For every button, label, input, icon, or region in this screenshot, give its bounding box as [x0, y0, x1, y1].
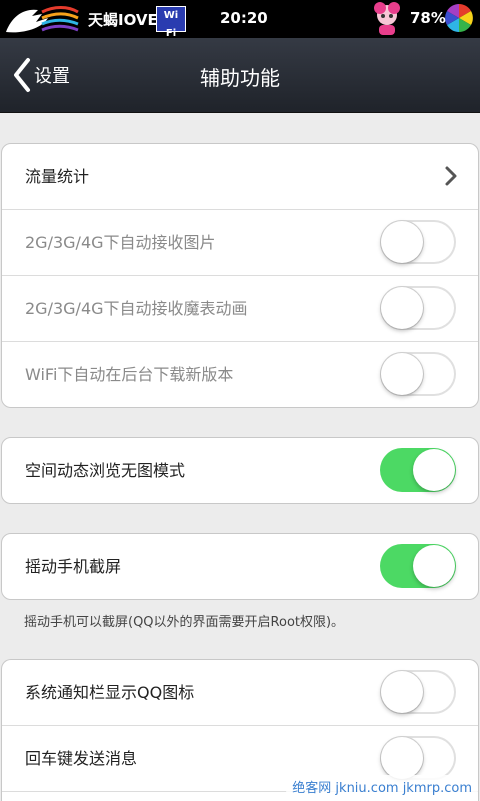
watermark: 绝客网 jkniu.com jkmrp.com [286, 775, 478, 798]
no-image-mode-row: 空间动态浏览无图模式 [2, 438, 478, 503]
settings-group-shake: 摇动手机截屏 [1, 533, 479, 600]
toggle-knob [381, 737, 423, 779]
avatar-icon [374, 2, 400, 35]
page-title: 辅助功能 [200, 66, 280, 90]
no-image-mode-label: 空间动态浏览无图模式 [25, 461, 186, 480]
shake-screenshot-row: 摇动手机截屏 [2, 534, 478, 599]
chevron-right-icon [445, 166, 457, 186]
auto-receive-images-row: 2G/3G/4G下自动接收图片 [2, 210, 478, 276]
shake-screenshot-label: 摇动手机截屏 [25, 557, 122, 576]
shake-screenshot-note: 摇动手机可以截屏(QQ以外的界面需要开启Root权限)。 [24, 615, 345, 630]
clock: 20:20 [220, 9, 268, 27]
status-bar: 天蝎IOVE Wi Fi 20:20 78% [0, 0, 480, 39]
enter-send-toggle[interactable] [380, 736, 456, 780]
no-image-mode-toggle[interactable] [380, 448, 456, 492]
toggle-knob [381, 287, 423, 329]
auto-receive-images-toggle[interactable] [380, 220, 456, 264]
carrier-name: 天蝎IOVE [88, 11, 158, 29]
wifi-auto-update-label: WiFi下自动在后台下载新版本 [25, 365, 234, 384]
settings-group-space: 空间动态浏览无图模式 [1, 437, 479, 504]
battery-level: 78% [410, 9, 446, 27]
toggle-knob [381, 671, 423, 713]
notification-icon-row: 系统通知栏显示QQ图标 [2, 660, 478, 726]
toggle-knob [413, 449, 455, 491]
wifi-auto-update-toggle[interactable] [380, 352, 456, 396]
auto-receive-animations-toggle[interactable] [380, 286, 456, 330]
traffic-stats-label: 流量统计 [25, 167, 90, 186]
notification-icon-label: 系统通知栏显示QQ图标 [25, 683, 195, 702]
settings-group-network: 流量统计 2G/3G/4G下自动接收图片 2G/3G/4G下自动接收魔表动画 W… [1, 143, 479, 408]
toggle-knob [381, 221, 423, 263]
toggle-knob [413, 545, 455, 587]
auto-receive-animations-label: 2G/3G/4G下自动接收魔表动画 [25, 299, 248, 318]
wifi-icon: Wi Fi [156, 6, 186, 39]
notification-icon-toggle[interactable] [380, 670, 456, 714]
color-wheel-icon [445, 4, 473, 32]
horse-logo-icon [6, 6, 79, 33]
auto-receive-images-label: 2G/3G/4G下自动接收图片 [25, 233, 216, 252]
toggle-knob [381, 353, 423, 395]
traffic-stats-row[interactable]: 流量统计 [2, 144, 478, 210]
wifi-auto-update-row: WiFi下自动在后台下载新版本 [2, 342, 478, 407]
navigation-bar: 设置 辅助功能 [0, 38, 480, 113]
enter-send-label: 回车键发送消息 [25, 749, 138, 768]
shake-screenshot-toggle[interactable] [380, 544, 456, 588]
auto-receive-animations-row: 2G/3G/4G下自动接收魔表动画 [2, 276, 478, 342]
